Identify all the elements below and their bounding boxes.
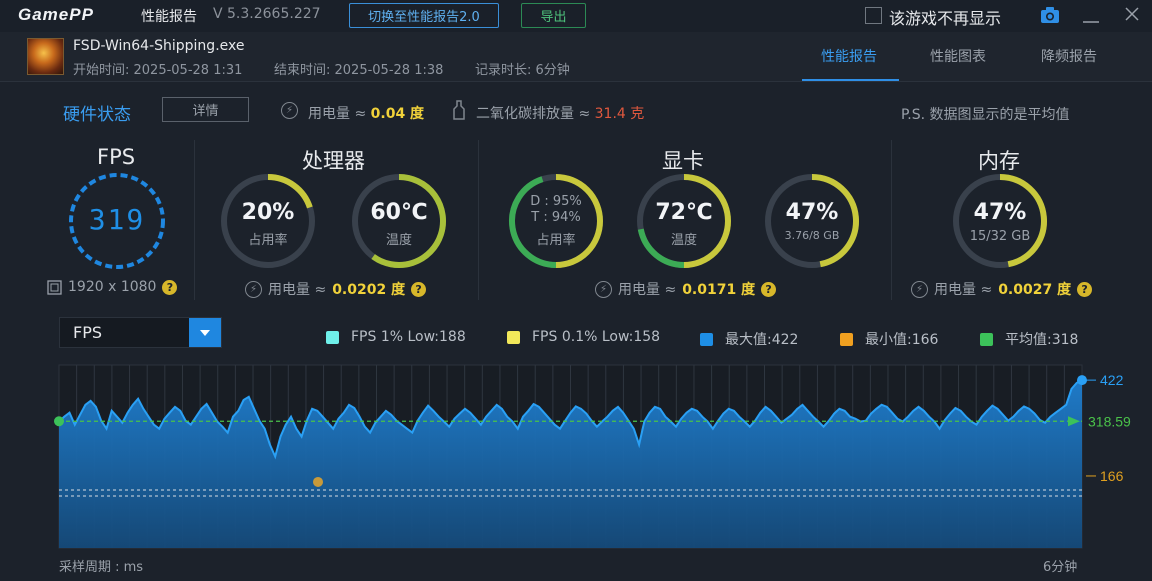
x-axis-left-label: 采样周期 : ms	[59, 560, 144, 575]
min-dot	[313, 476, 323, 487]
help-icon[interactable]: ?	[1077, 281, 1093, 297]
x-axis-right-label: 6分钟	[1043, 560, 1078, 575]
fps-value: 319	[88, 203, 146, 236]
help-icon[interactable]: ?	[162, 279, 178, 295]
help-icon[interactable]: ?	[761, 281, 777, 297]
legend-item: 平均值:318	[980, 329, 1078, 349]
legend-item: 最大值:422	[700, 329, 798, 349]
power-icon: ⚡	[595, 280, 612, 298]
cpu-usage-label: 占用率	[248, 233, 288, 248]
screen-icon	[47, 279, 62, 295]
legend-swatch	[700, 332, 713, 346]
legend-swatch	[507, 330, 520, 344]
metric-select-value: FPS	[73, 323, 103, 342]
gauges	[69, 173, 1047, 269]
power-icon: ⚡	[911, 280, 928, 298]
ram-sub: 15/32 GB	[969, 229, 1031, 244]
avg-start-dot	[54, 416, 64, 427]
gpu-temp-value: 72℃	[655, 200, 713, 225]
legend-item: FPS 1% Low:188	[326, 329, 466, 345]
avg-label: 318.59	[1088, 413, 1131, 429]
cpu-power-footer: ⚡ 用电量 ≈0.0202 度 ?	[245, 279, 427, 299]
legend-swatch	[326, 330, 339, 344]
gpu-temp-label: 温度	[670, 233, 697, 248]
cpu-usage-value: 20%	[241, 200, 295, 225]
cpu-temp-value: 60℃	[370, 200, 428, 225]
legend-swatch	[840, 332, 853, 346]
gpu-mem-sub: 3.76/8 GB	[784, 229, 840, 242]
gpu-t-value: T : 94%	[531, 210, 581, 225]
legend-item: 最小值:166	[840, 329, 938, 349]
max-dot	[1077, 375, 1087, 386]
fps-chart: 422 318.59 166	[54, 364, 1131, 549]
legend-swatch	[980, 332, 993, 346]
legend-item: FPS 0.1% Low:158	[507, 329, 660, 345]
chevron-down-icon[interactable]	[189, 318, 221, 347]
max-label: 422	[1100, 372, 1124, 388]
power-icon: ⚡	[245, 280, 262, 298]
gpu-mem-value: 47%	[785, 200, 839, 225]
ram-power-footer: ⚡ 用电量 ≈0.0027 度 ?	[911, 279, 1093, 299]
gpu-d-value: D : 95%	[530, 194, 582, 209]
resolution-text: 1920 x 1080	[68, 279, 157, 295]
gpu-power-footer: ⚡ 用电量 ≈0.0171 度 ?	[595, 279, 777, 299]
help-icon[interactable]: ?	[411, 281, 427, 297]
min-label: 166	[1100, 468, 1124, 484]
metric-select[interactable]: FPS	[59, 317, 222, 348]
gpu-usage-label: 占用率	[536, 233, 576, 248]
resolution-footer: 1920 x 1080 ?	[47, 279, 178, 295]
cpu-temp-label: 温度	[385, 233, 412, 248]
ram-value: 47%	[973, 200, 1027, 225]
